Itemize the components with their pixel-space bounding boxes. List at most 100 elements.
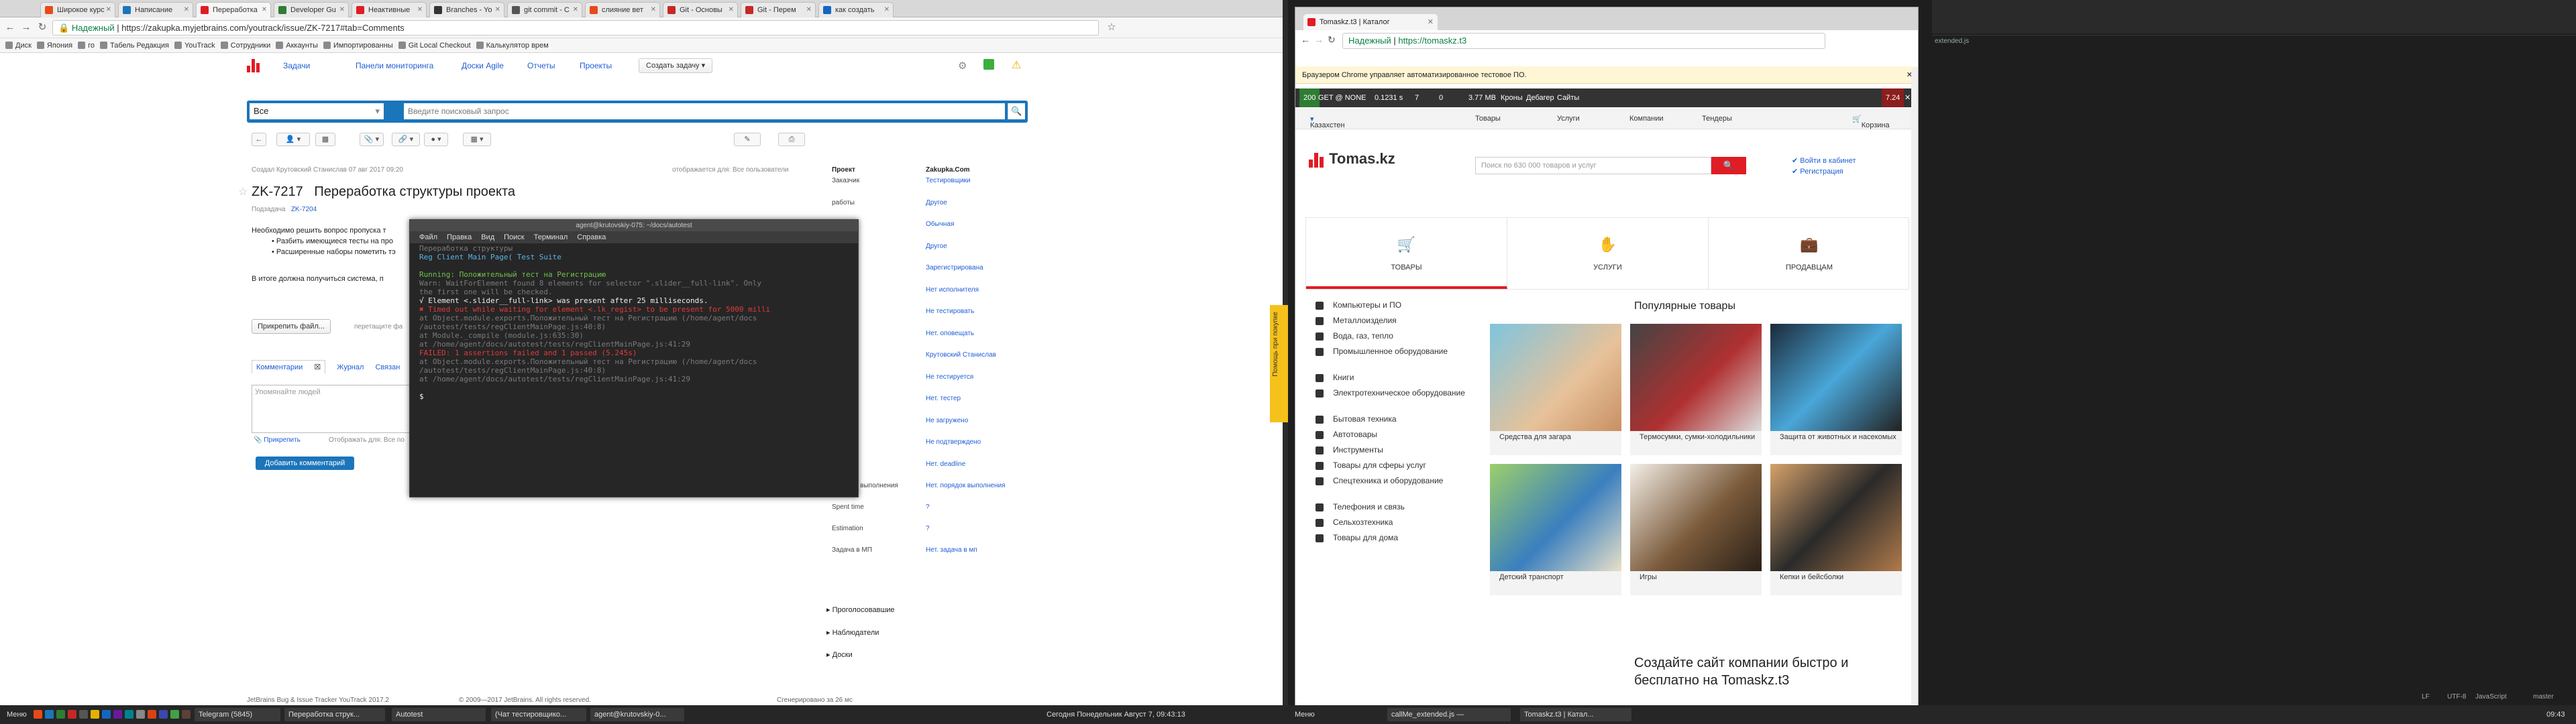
field-value[interactable]: Нет. deadline (926, 460, 1006, 469)
field-row[interactable]: Задача в МП Нет. задача в мп (832, 546, 1020, 555)
warning-icon[interactable]: ⚠ (1012, 58, 1021, 72)
toolbar-item[interactable]: Дебагер (1526, 88, 1554, 107)
link-icon[interactable]: 🔗 ▾ (392, 133, 420, 146)
field-value[interactable]: Нет исполнителя (926, 286, 1006, 295)
product-name[interactable]: Средства для загара (1499, 433, 1617, 442)
terminal-menu-item[interactable]: Файл (419, 233, 437, 241)
bookmark-item[interactable]: Калькулятор врем (476, 38, 549, 53)
field-row[interactable]: работы Другое (832, 198, 1020, 208)
field-value[interactable]: Нет. тестер (926, 394, 1006, 404)
browser-tab[interactable]: Branches - Yo ✕ (429, 2, 504, 17)
field-value[interactable]: Не загружено (926, 416, 1006, 426)
product-card[interactable]: Защита от животных и насекомых (1770, 324, 1902, 455)
field-row[interactable]: Другое (832, 242, 1020, 251)
taskbar-window[interactable]: Telegram (5845) (195, 708, 280, 721)
bookmark-item[interactable]: Аккаунты (276, 38, 318, 53)
forward-icon[interactable]: → (19, 21, 34, 34)
product-name[interactable]: Детский транспорт (1499, 573, 1617, 582)
category-item[interactable]: Металлоизделия (1316, 316, 1483, 328)
field-row[interactable]: Нет. deadline (832, 460, 1020, 469)
close-icon[interactable]: ✕ (1904, 88, 1911, 107)
toolbar-item[interactable]: 7.24 (1882, 88, 1904, 107)
nav-dashboards[interactable]: Панели мониторинга (356, 61, 433, 70)
terminal-window[interactable]: agent@krutovskiy-075: ~/docs/autotest Фа… (409, 219, 859, 497)
close-icon[interactable]: ✕ (729, 3, 734, 17)
toolbar-item[interactable]: GET @ NONE (1318, 88, 1366, 107)
bookmark-item[interactable]: го (78, 38, 95, 53)
comment-textarea[interactable]: Упомянайте людей (252, 385, 413, 433)
category-item[interactable]: Бытовая техника (1316, 414, 1483, 426)
launcher-icon[interactable] (91, 710, 99, 719)
product-image[interactable] (1630, 464, 1762, 571)
launcher-icon[interactable] (113, 710, 122, 719)
field-row[interactable]: ненныйКрутовский Станислав (832, 351, 1020, 360)
toolbar-item[interactable]: 3.77 MB (1468, 88, 1496, 107)
bookmark-item[interactable]: YouTrack (174, 38, 215, 53)
browser-tab[interactable]: Developer Gu ✕ (274, 2, 349, 17)
nav-companies[interactable]: Компании (1629, 115, 1664, 123)
status-item[interactable]: LF (2422, 693, 2430, 701)
taskbar-window[interactable]: Меню (1291, 708, 1331, 721)
chrome-tab[interactable]: Tomaskz.t3 | Каталог ✕ (1303, 14, 1438, 30)
taskbar-window[interactable]: Autotest (392, 708, 486, 721)
field-value[interactable]: Не подтверждено (926, 438, 1006, 447)
field-row[interactable]: щитьНет. оповещать (832, 329, 1020, 339)
launcher-icon[interactable] (125, 710, 133, 719)
browser-tab[interactable]: Git - Перем ✕ (741, 2, 816, 17)
field-row[interactable]: роватьНе тестировать (832, 307, 1020, 316)
region-select[interactable]: Казахстен ▾ (1310, 115, 1345, 129)
field-row[interactable]: Spent time? (832, 503, 1020, 512)
tab-sellers[interactable]: 💼 ПРОДАВЦАМ (1709, 218, 1910, 289)
category-item[interactable]: Инструменты (1316, 445, 1483, 457)
field-row[interactable]: итетОбычная (832, 220, 1020, 229)
close-icon[interactable]: ✕ (573, 3, 578, 17)
browser-tab[interactable]: как создать ✕ (818, 2, 894, 17)
star-icon[interactable]: ☆ (238, 185, 248, 198)
launcher-icon[interactable] (68, 710, 76, 719)
tag-icon[interactable]: ● ▾ (424, 133, 448, 146)
comment-icon[interactable]: ▩ (315, 133, 335, 146)
category-item[interactable]: Спецтехника и оборудование (1316, 476, 1483, 497)
field-value[interactable]: Зарегистрирована (926, 263, 1006, 273)
close-icon[interactable]: ✕ (1428, 14, 1434, 30)
field-value[interactable]: Другое (926, 198, 1006, 208)
field-value[interactable]: Нет. оповещать (926, 329, 1006, 339)
launcher-icon[interactable] (136, 710, 145, 719)
nav-goods[interactable]: Товары (1475, 115, 1501, 123)
category-item[interactable]: Автотовары (1316, 430, 1483, 442)
bookmark-item[interactable]: Табель Редакция (100, 38, 169, 53)
product-name[interactable]: Термосумки, сумки-холодильники (1640, 433, 1757, 442)
register-link[interactable]: ✔ Регистрация (1792, 167, 1843, 176)
terminal-menu-item[interactable]: Вид (481, 233, 494, 241)
launcher-icon[interactable] (79, 710, 88, 719)
field-row[interactable]: ительНет исполнителя (832, 286, 1020, 295)
product-card[interactable]: Игры (1630, 464, 1762, 595)
field-value[interactable]: Нет. задача в мп (926, 546, 1006, 555)
attach-comment-link[interactable]: 📎 Прикрепить (254, 436, 301, 444)
terminal-menu-item[interactable]: Терминал (534, 233, 568, 241)
bookmark-item[interactable]: Япония (36, 38, 72, 53)
browser-tab[interactable]: Широкое курс ✕ (40, 2, 115, 17)
field-value[interactable]: ? (926, 503, 1006, 512)
cart-link[interactable]: 🛒 Корзина (1852, 115, 1890, 129)
launcher-icon[interactable] (159, 710, 168, 719)
back-icon[interactable]: ← (3, 21, 17, 34)
section-boards[interactable]: ▸ Доски (826, 650, 853, 659)
atom-file-tab[interactable]: extended.js (1935, 38, 1969, 45)
field-row[interactable]: ниеЗарегистрирована (832, 263, 1020, 273)
search-context-select[interactable]: Все ▾ (250, 103, 384, 119)
terminal-menu-item[interactable]: Справка (577, 233, 606, 241)
reload-icon[interactable]: ↻ (35, 21, 50, 34)
bookmark-item[interactable]: Диск (5, 38, 32, 53)
bookmark-item[interactable]: Git Local Checkout (398, 38, 471, 53)
issue-id[interactable]: ZK-7217 (252, 184, 303, 199)
gift-icon[interactable] (983, 59, 994, 70)
category-item[interactable]: Товары для сферы услуг (1316, 461, 1483, 473)
forward-icon[interactable]: → (1314, 34, 1324, 45)
gear-icon[interactable]: ⚙ (958, 60, 967, 72)
close-icon[interactable]: ✕ (884, 3, 890, 17)
tab-linked[interactable]: Связан (375, 363, 400, 371)
add-comment-button[interactable]: Добавить комментарий (256, 457, 354, 470)
tab-services[interactable]: ✋ УСЛУГИ (1507, 218, 1709, 289)
terminal-output[interactable]: Переработка структуры Reg Client Main Pag… (419, 244, 849, 492)
